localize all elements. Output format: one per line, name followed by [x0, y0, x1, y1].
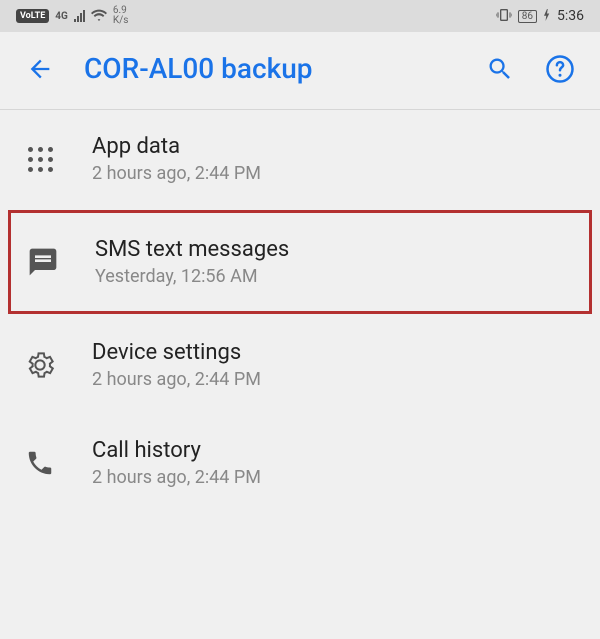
net-speed: 6.9K/s: [113, 6, 129, 26]
help-button[interactable]: [544, 53, 576, 85]
clock: 5:36: [557, 8, 584, 24]
message-icon: [23, 242, 63, 282]
volte-badge: VoLTE: [16, 9, 49, 23]
signal-icon: [74, 10, 85, 22]
row-text: SMS text messages Yesterday, 12:56 AM: [95, 237, 577, 287]
apps-icon: [20, 139, 60, 179]
back-button[interactable]: [24, 53, 56, 85]
charging-icon: [543, 9, 551, 24]
row-device-settings[interactable]: Device settings 2 hours ago, 2:44 PM: [0, 316, 600, 414]
row-subtitle: 2 hours ago, 2:44 PM: [92, 369, 580, 390]
status-bar: VoLTE 4G 6.9K/s 86 5:36: [0, 0, 600, 32]
vibrate-icon: [496, 8, 512, 25]
row-title: Call history: [92, 438, 580, 463]
row-text: App data 2 hours ago, 2:44 PM: [92, 134, 580, 184]
row-text: Device settings 2 hours ago, 2:44 PM: [92, 340, 580, 390]
app-bar: COR-AL00 backup: [0, 32, 600, 110]
gear-icon: [20, 345, 60, 385]
phone-icon: [20, 443, 60, 483]
status-left: VoLTE 4G 6.9K/s: [16, 6, 128, 26]
battery-indicator: 86: [518, 10, 537, 23]
backup-list: App data 2 hours ago, 2:44 PM SMS text m…: [0, 110, 600, 512]
row-subtitle: 2 hours ago, 2:44 PM: [92, 467, 580, 488]
row-text: Call history 2 hours ago, 2:44 PM: [92, 438, 580, 488]
search-button[interactable]: [484, 53, 516, 85]
network-type: 4G: [55, 11, 68, 22]
row-title: App data: [92, 134, 580, 159]
wifi-icon: [91, 9, 107, 24]
row-subtitle: 2 hours ago, 2:44 PM: [92, 163, 580, 184]
row-call-history[interactable]: Call history 2 hours ago, 2:44 PM: [0, 414, 600, 512]
row-title: SMS text messages: [95, 237, 577, 262]
row-subtitle: Yesterday, 12:56 AM: [95, 266, 577, 287]
page-title: COR-AL00 backup: [84, 52, 456, 85]
status-right: 86 5:36: [496, 8, 584, 25]
row-app-data[interactable]: App data 2 hours ago, 2:44 PM: [0, 110, 600, 208]
row-title: Device settings: [92, 340, 580, 365]
row-sms[interactable]: SMS text messages Yesterday, 12:56 AM: [8, 210, 592, 314]
